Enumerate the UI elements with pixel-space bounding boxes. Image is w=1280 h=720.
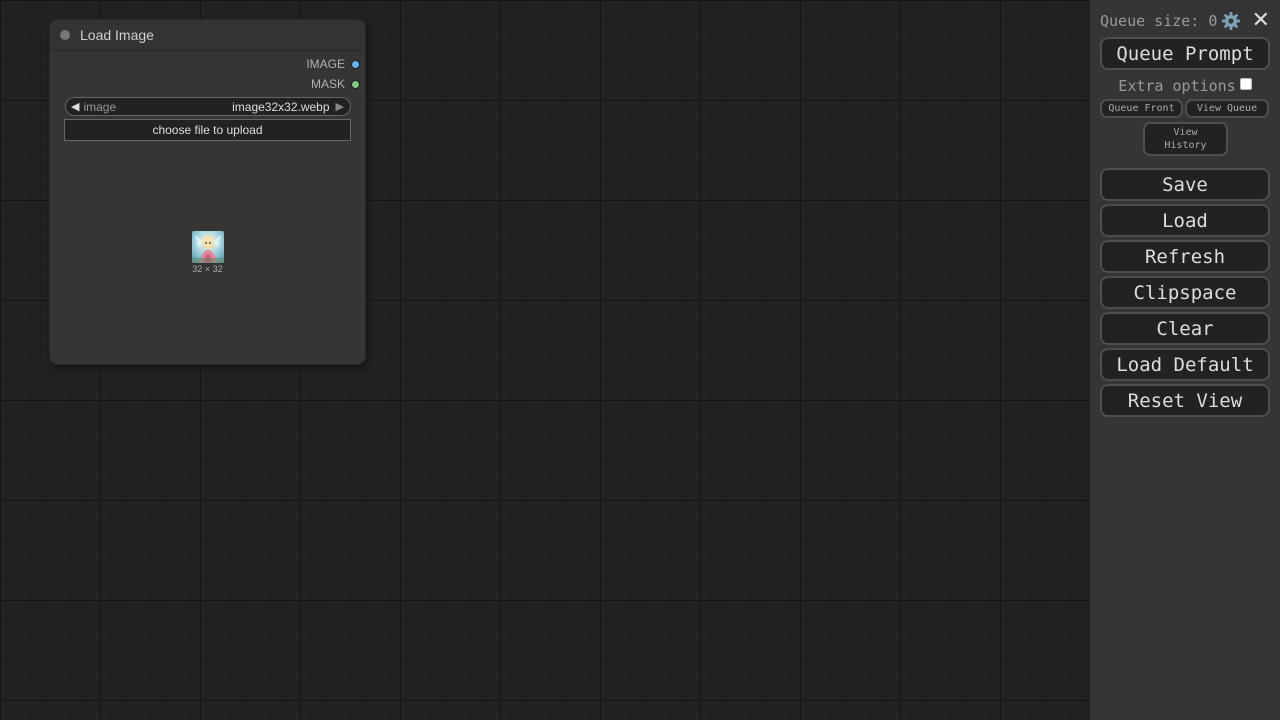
- load-image-node[interactable]: Load Image IMAGE MASK ◀ image image32x32…: [50, 20, 365, 364]
- arrow-left-icon[interactable]: ◀: [71, 100, 79, 113]
- image-preview: [192, 231, 224, 263]
- extra-options-row: Extra options: [1100, 76, 1270, 96]
- close-icon[interactable]: ✕: [1252, 10, 1270, 32]
- arrow-right-icon[interactable]: ▶: [336, 100, 344, 113]
- node-title: Load Image: [80, 27, 154, 43]
- side-menu: Queue size: 0 ✕ Queue Prompt Extra optio…: [1090, 0, 1280, 720]
- output-slot-mask[interactable]: MASK: [311, 76, 365, 92]
- extra-options-checkbox[interactable]: [1239, 77, 1252, 90]
- load-default-button[interactable]: Load Default: [1100, 348, 1270, 381]
- output-label-image: IMAGE: [306, 57, 345, 71]
- clipspace-button[interactable]: Clipspace: [1100, 276, 1270, 309]
- output-dot-mask[interactable]: [351, 79, 360, 89]
- upload-button[interactable]: choose file to upload: [64, 119, 351, 141]
- queue-prompt-button[interactable]: Queue Prompt: [1100, 37, 1270, 70]
- output-label-mask: MASK: [310, 77, 345, 91]
- view-queue-button[interactable]: View Queue: [1185, 99, 1269, 118]
- graph-canvas[interactable]: Load Image IMAGE MASK ◀ image image32x32…: [0, 0, 1090, 720]
- preview-thumbnail: [192, 231, 224, 263]
- preview-size-caption: 32 × 32: [192, 264, 223, 274]
- combo-value[interactable]: image32x32.webp: [232, 100, 329, 114]
- image-combo-widget[interactable]: ◀ image image32x32.webp ▶: [65, 97, 351, 116]
- queue-status-row: Queue size: 0 ✕: [1100, 10, 1270, 32]
- combo-name: image: [83, 99, 117, 114]
- node-title-bar[interactable]: Load Image: [50, 20, 365, 51]
- queue-front-button[interactable]: Queue Front: [1100, 99, 1183, 118]
- extra-options-label: Extra options: [1118, 77, 1236, 95]
- queue-size-label: Queue size: 0: [1100, 12, 1218, 30]
- output-dot-image[interactable]: [351, 59, 360, 69]
- output-slot-image[interactable]: IMAGE: [306, 56, 365, 72]
- save-button[interactable]: Save: [1100, 168, 1270, 201]
- reset-view-button[interactable]: Reset View: [1100, 384, 1270, 417]
- refresh-button[interactable]: Refresh: [1100, 240, 1270, 273]
- clear-button[interactable]: Clear: [1100, 312, 1270, 345]
- node-collapse-dot[interactable]: [60, 30, 70, 40]
- gear-icon[interactable]: [1221, 11, 1241, 31]
- load-button[interactable]: Load: [1100, 204, 1270, 237]
- view-history-button[interactable]: View History: [1143, 122, 1228, 156]
